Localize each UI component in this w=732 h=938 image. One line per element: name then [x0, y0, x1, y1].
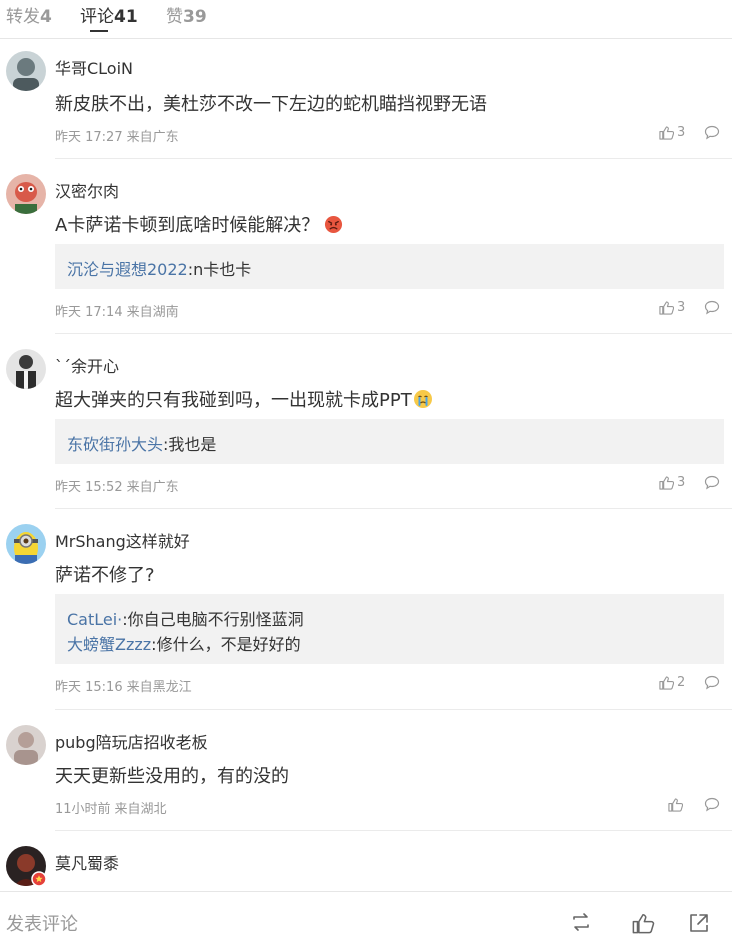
comment-time: 昨天 17:27 — [55, 130, 123, 145]
reply-preview[interactable]: CatLei·:你自己电脑不行别怪蓝洞 大螃蟹Zzzz:修什么，不是好好的 — [55, 594, 724, 664]
like-button[interactable] — [668, 797, 683, 812]
comment-meta: 11小时前 来自湖北 — [55, 798, 167, 817]
comment-author[interactable]: ˋˊ余开心 — [55, 353, 119, 377]
tab-reposts-label: 转发 — [6, 7, 40, 27]
avatar[interactable] — [6, 51, 46, 91]
tab-likes[interactable]: 赞39 — [166, 2, 207, 27]
comment-time: 昨天 15:52 — [55, 480, 123, 495]
comment-text-content: 超大弹夹的只有我碰到吗，一出现就卡成PPT — [55, 390, 412, 411]
reply-text: :修什么，不是好好的 — [151, 635, 301, 654]
comment-meta: 昨天 15:16 来自黑龙江 — [55, 676, 192, 695]
comment-item: 华哥CLoiN 新皮肤不出，美杜莎不改一下左边的蛇机瞄挡视野无语 昨天 17:2… — [0, 38, 732, 159]
reply-item: 沉沦与遐想2022:n卡也卡 — [67, 256, 251, 280]
comment-time: 昨天 17:14 — [55, 305, 123, 320]
reply-icon[interactable] — [704, 125, 720, 144]
comment-author[interactable]: 华哥CLoiN — [55, 55, 133, 79]
reply-preview[interactable]: 沉沦与遐想2022:n卡也卡 — [55, 244, 724, 289]
thumbs-up-icon — [659, 126, 674, 140]
comment-time: 昨天 15:16 — [55, 680, 123, 695]
active-tab-indicator — [90, 30, 108, 32]
thumbs-up-icon — [659, 301, 674, 315]
reply-item: 大螃蟹Zzzz:修什么，不是好好的 — [67, 631, 301, 655]
thumbs-up-icon — [632, 913, 655, 934]
comment-meta: 昨天 17:27 来自广东 — [55, 126, 179, 145]
reply-author[interactable]: 大螃蟹Zzzz — [67, 635, 151, 654]
like-post-button[interactable] — [631, 912, 655, 938]
comment-item: pubg陪玩店招收老板 天天更新些没用的，有的没的 11小时前 来自湖北 — [0, 710, 732, 831]
avatar[interactable] — [6, 846, 46, 886]
reply-icon[interactable] — [704, 475, 720, 494]
comment-item: ˋˊ余开心 超大弹夹的只有我碰到吗，一出现就卡成PPT 东砍街孙大头:我也是 昨… — [0, 334, 732, 509]
thumbs-up-icon — [659, 676, 674, 690]
tab-reposts[interactable]: 转发4 — [6, 2, 52, 27]
reply-text: :我也是 — [163, 435, 217, 454]
comment-location: 来自广东 — [126, 130, 179, 145]
tab-comments-label: 评论 — [80, 7, 114, 27]
comment-author[interactable]: 汉密尔肉 — [55, 178, 119, 202]
reply-text: :你自己电脑不行别怪蓝洞 — [122, 610, 304, 629]
reply-author[interactable]: 东砍街孙大头 — [67, 435, 163, 454]
comment-item: 莫凡蜀黍 — [0, 831, 732, 891]
comment-text-content: A卡萨诺卡顿到底啥时候能解决？ — [55, 215, 320, 236]
like-count: 2 — [677, 675, 686, 690]
thumbs-up-icon — [659, 476, 674, 490]
comment-author[interactable]: MrShang这样就好 — [55, 528, 190, 552]
tab-likes-label: 赞 — [166, 7, 183, 27]
angry-emoji-icon — [325, 215, 343, 234]
tab-bar: 转发4 评论41 赞39 — [0, 0, 732, 39]
comment-author[interactable]: 莫凡蜀黍 — [55, 850, 119, 874]
crying-emoji-icon — [413, 390, 432, 408]
like-button[interactable]: 3 — [659, 475, 685, 490]
comment-text: A卡萨诺卡顿到底啥时候能解决？ — [55, 211, 343, 237]
tab-comments[interactable]: 评论41 — [80, 2, 138, 27]
comment-item: 汉密尔肉 A卡萨诺卡顿到底啥时候能解决？ 沉沦与遐想2022:n卡也卡 昨天 1… — [0, 159, 732, 334]
reply-preview[interactable]: 东砍街孙大头:我也是 — [55, 419, 724, 464]
repost-button[interactable] — [569, 912, 593, 936]
comment-author[interactable]: pubg陪玩店招收老板 — [55, 729, 208, 753]
reply-icon[interactable] — [704, 300, 720, 319]
reply-item: 东砍街孙大头:我也是 — [67, 431, 216, 455]
reply-icon[interactable] — [704, 675, 720, 694]
comment-text: 天天更新些没用的，有的没的 — [55, 766, 289, 787]
repost-icon — [573, 913, 589, 931]
compose-comment-input[interactable]: 发表评论 — [6, 910, 78, 936]
comment-item: MrShang这样就好 萨诺不修了? CatLei·:你自己电脑不行别怪蓝洞 大… — [0, 509, 732, 710]
tab-likes-count: 39 — [183, 7, 207, 27]
tab-comments-count: 41 — [114, 7, 138, 27]
comment-meta: 昨天 17:14 来自湖南 — [55, 301, 179, 320]
thumbs-up-icon — [668, 798, 683, 812]
comment-text: 超大弹夹的只有我碰到吗，一出现就卡成PPT — [55, 386, 433, 412]
like-button[interactable]: 2 — [659, 675, 685, 690]
tab-reposts-count: 4 — [40, 7, 52, 27]
reply-author[interactable]: CatLei· — [67, 610, 122, 629]
share-icon — [690, 914, 708, 932]
reply-author[interactable]: 沉沦与遐想2022 — [67, 260, 188, 279]
bottom-action-bar: 发表评论 — [0, 891, 732, 936]
comment-meta: 昨天 15:52 来自广东 — [55, 476, 179, 495]
avatar[interactable] — [6, 174, 46, 214]
comment-location: 来自湖南 — [126, 305, 179, 320]
like-button[interactable]: 3 — [659, 300, 685, 315]
reply-icon[interactable] — [704, 797, 720, 816]
share-button[interactable] — [688, 912, 710, 938]
comment-location: 来自湖北 — [114, 802, 167, 817]
avatar[interactable] — [6, 349, 46, 389]
comment-location: 来自广东 — [126, 480, 179, 495]
reply-item: CatLei·:你自己电脑不行别怪蓝洞 — [67, 606, 304, 630]
avatar[interactable] — [6, 725, 46, 765]
comment-time: 11小时前 — [55, 802, 111, 817]
comment-location: 来自黑龙江 — [126, 680, 192, 695]
comment-text: 萨诺不修了? — [55, 565, 155, 586]
like-count: 3 — [677, 125, 686, 140]
like-button[interactable]: 3 — [659, 125, 685, 140]
avatar[interactable] — [6, 524, 46, 564]
like-count: 3 — [677, 475, 686, 490]
like-count: 3 — [677, 300, 686, 315]
reply-text: :n卡也卡 — [187, 260, 252, 279]
comment-text: 新皮肤不出，美杜莎不改一下左边的蛇机瞄挡视野无语 — [55, 94, 487, 115]
